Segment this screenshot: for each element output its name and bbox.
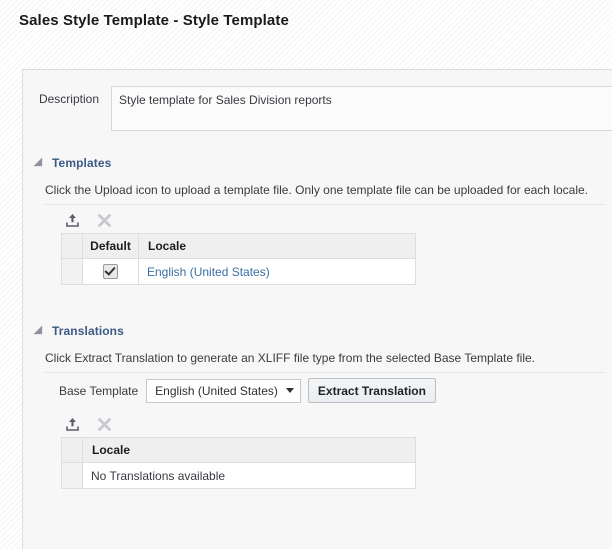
templates-divider — [45, 204, 605, 205]
description-label: Description — [38, 92, 99, 106]
templates-toolbar — [61, 209, 115, 231]
table-header-row: Locale — [61, 437, 416, 463]
upload-icon[interactable] — [61, 209, 83, 231]
base-template-select[interactable]: English (United States) — [146, 378, 301, 403]
base-template-row: Base Template English (United States) Ex… — [59, 378, 436, 403]
templates-section-header[interactable]: Templates — [33, 156, 112, 170]
default-checkbox[interactable] — [103, 264, 118, 280]
upload-icon[interactable] — [61, 413, 83, 435]
description-row: Description — [23, 86, 612, 131]
translations-section-title: Translations — [52, 324, 124, 338]
table-row-empty: No Translations available — [61, 462, 416, 489]
content-panel: Description Templates Click the Upload i… — [22, 69, 612, 549]
empty-message-cell: No Translations available — [82, 462, 416, 489]
translations-section-header[interactable]: Translations — [33, 324, 124, 338]
row-select-cell[interactable] — [61, 258, 83, 285]
page-title: Sales Style Template - Style Template — [19, 12, 289, 29]
description-input[interactable] — [111, 86, 612, 131]
col-header-select — [61, 233, 83, 259]
locale-link[interactable]: English (United States) — [147, 265, 270, 279]
templates-table: Default Locale English (United States) — [61, 233, 416, 285]
triangle-down-icon[interactable] — [33, 157, 47, 170]
col-header-locale: Locale — [82, 437, 416, 463]
extract-translation-button[interactable]: Extract Translation — [307, 378, 436, 403]
translations-divider — [45, 372, 605, 373]
locale-cell: English (United States) — [138, 258, 416, 285]
table-row[interactable]: English (United States) — [61, 258, 416, 285]
row-select-cell — [61, 462, 83, 489]
translations-table: Locale No Translations available — [61, 437, 416, 489]
col-header-default: Default — [82, 233, 139, 259]
col-header-locale: Locale — [138, 233, 416, 259]
chevron-down-icon — [285, 388, 294, 393]
base-template-label: Base Template — [59, 383, 139, 398]
col-header-select — [61, 437, 83, 463]
base-template-selected-value: English (United States) — [155, 383, 278, 398]
default-cell — [82, 258, 139, 285]
translations-toolbar — [61, 413, 115, 435]
close-x-icon — [93, 209, 115, 231]
close-x-icon — [93, 413, 115, 435]
templates-instruction: Click the Upload icon to upload a templa… — [45, 183, 588, 197]
triangle-down-icon[interactable] — [33, 325, 47, 338]
table-header-row: Default Locale — [61, 233, 416, 259]
translations-instruction: Click Extract Translation to generate an… — [45, 351, 536, 365]
templates-section-title: Templates — [52, 156, 112, 170]
